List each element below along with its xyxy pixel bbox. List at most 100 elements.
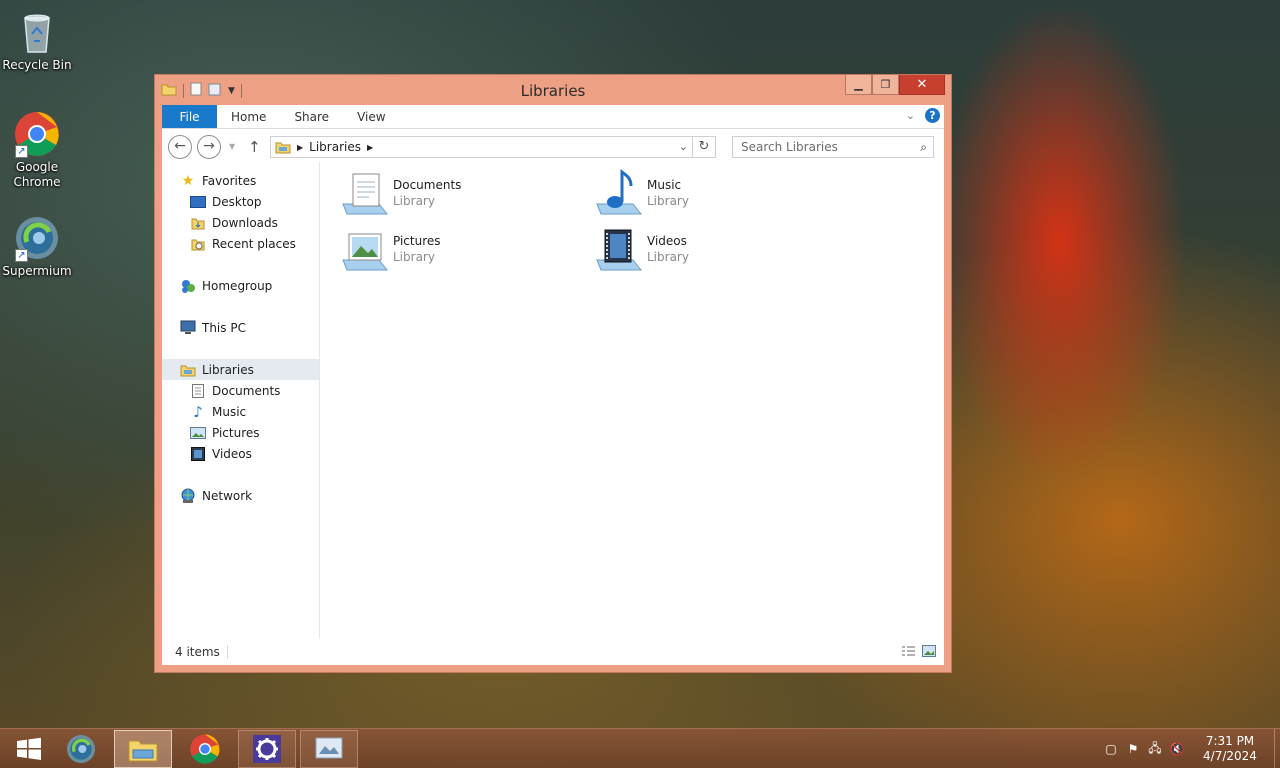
- videos-library-icon: [593, 224, 645, 276]
- music-library-icon: [593, 168, 645, 220]
- desktop-icon-recycle-bin[interactable]: Recycle Bin: [0, 8, 74, 73]
- recent-locations-icon[interactable]: ▼: [229, 142, 235, 151]
- clock-date: 4/7/2024: [1203, 749, 1257, 763]
- window-controls: ▁ ❐ ✕: [845, 75, 945, 95]
- nav-recent-places[interactable]: Recent places: [162, 233, 319, 254]
- nav-downloads[interactable]: Downloads: [162, 212, 319, 233]
- taskbar-photos[interactable]: [300, 730, 358, 768]
- title-bar[interactable]: ▼ Libraries ▁ ❐ ✕: [155, 75, 951, 105]
- breadcrumb-separator-icon: ▶: [297, 142, 304, 152]
- action-center-flag-icon[interactable]: ⚑: [1122, 742, 1144, 756]
- volume-muted-icon[interactable]: 🔇: [1166, 742, 1188, 756]
- desktop-icon-label: Chrome: [13, 175, 61, 189]
- library-item-documents[interactable]: Documents Library: [339, 168, 559, 220]
- nav-network[interactable]: Network: [162, 485, 319, 506]
- library-name: Videos: [647, 234, 687, 248]
- close-button[interactable]: ✕: [899, 75, 945, 95]
- explorer-window[interactable]: ▼ Libraries ▁ ❐ ✕ File Home Share View ⌄…: [154, 74, 952, 673]
- search-box[interactable]: Search Libraries ⌕: [732, 136, 934, 158]
- gear-icon: [253, 735, 281, 763]
- nav-favorites[interactable]: ★ Favorites: [162, 170, 319, 191]
- taskbar-file-explorer[interactable]: [114, 730, 172, 768]
- desktop-icon-supermium[interactable]: ↗ Supermium: [0, 214, 74, 279]
- up-arrow-icon[interactable]: ↑: [248, 138, 261, 156]
- nav-music[interactable]: ♪ Music: [162, 401, 319, 422]
- address-bar[interactable]: ▶ Libraries ▶ ⌄: [270, 136, 693, 158]
- library-type: Library: [393, 250, 435, 264]
- start-button[interactable]: [0, 730, 58, 768]
- recycle-bin-icon: [13, 8, 61, 56]
- library-type: Library: [647, 194, 689, 208]
- back-arrow-icon: ←: [174, 138, 186, 154]
- desktop-icon-label: Recycle Bin: [2, 58, 72, 72]
- tab-share[interactable]: Share: [280, 105, 343, 128]
- desktop-icon-label: Google: [15, 160, 59, 174]
- back-button[interactable]: ←: [168, 135, 192, 159]
- library-name: Documents: [393, 178, 462, 192]
- item-count: 4 items: [175, 645, 220, 659]
- taskbar: ▢ ⚑ 🖧 🔇 7:31 PM 4/7/2024: [0, 728, 1280, 768]
- chrome-icon: [190, 734, 220, 764]
- forward-button[interactable]: →: [197, 135, 221, 159]
- tab-file[interactable]: File: [162, 105, 217, 128]
- pictures-icon: [190, 425, 206, 441]
- window-body: File Home Share View ⌄ ? ← → ▼ ↑ ▶ Libra…: [162, 105, 944, 665]
- navigation-bar: ← → ▼ ↑ ▶ Libraries ▶ ⌄ ↻ Search Librari…: [162, 129, 944, 161]
- help-icon[interactable]: ?: [925, 108, 940, 123]
- forward-arrow-icon: →: [203, 138, 215, 154]
- system-tray: ▢ ⚑ 🖧 🔇 7:31 PM 4/7/2024: [1100, 729, 1280, 768]
- nav-this-pc[interactable]: This PC: [162, 317, 319, 338]
- shortcut-arrow-icon: ↗: [15, 145, 28, 158]
- network-tray-icon[interactable]: 🖧: [1144, 739, 1166, 760]
- tab-home[interactable]: Home: [217, 105, 280, 128]
- desktop-icon-google-chrome[interactable]: ↗ Google Chrome: [0, 110, 74, 190]
- nav-videos[interactable]: Videos: [162, 443, 319, 464]
- libraries-icon: [180, 362, 196, 378]
- libraries-icon: [275, 142, 291, 154]
- breadcrumb-libraries[interactable]: Libraries: [309, 140, 361, 154]
- breadcrumb-separator-icon[interactable]: ▶: [367, 143, 373, 152]
- clock[interactable]: 7:31 PM 4/7/2024: [1194, 734, 1266, 764]
- search-input[interactable]: Search Libraries: [741, 140, 838, 154]
- content-pane[interactable]: Documents Library Music Library Pictures…: [321, 162, 944, 639]
- taskbar-supermium[interactable]: [52, 730, 110, 768]
- show-hidden-icons-icon[interactable]: ▢: [1100, 742, 1122, 756]
- nav-desktop[interactable]: Desktop: [162, 191, 319, 212]
- desktop-icon-label: Supermium: [2, 264, 72, 278]
- status-bar: 4 items: [162, 639, 944, 665]
- downloads-icon: [190, 215, 206, 231]
- minimize-button[interactable]: ▁: [845, 75, 872, 95]
- refresh-button[interactable]: ↻: [693, 136, 716, 158]
- taskbar-google-chrome[interactable]: [176, 730, 234, 768]
- library-item-pictures[interactable]: Pictures Library: [339, 224, 559, 276]
- desktop-icon: [190, 194, 206, 210]
- library-name: Pictures: [393, 234, 441, 248]
- library-name: Music: [647, 178, 682, 192]
- documents-icon: [190, 383, 206, 399]
- library-type: Library: [393, 194, 435, 208]
- search-icon[interactable]: ⌕: [920, 137, 927, 157]
- details-view-icon[interactable]: [901, 645, 916, 660]
- library-item-music[interactable]: Music Library: [593, 168, 813, 220]
- nav-pictures[interactable]: Pictures: [162, 422, 319, 443]
- expand-ribbon-icon[interactable]: ⌄: [906, 109, 915, 122]
- homegroup-icon: [180, 278, 196, 294]
- supermium-icon: ↗: [13, 214, 61, 262]
- address-dropdown-icon[interactable]: ⌄: [679, 140, 688, 153]
- nav-libraries[interactable]: Libraries: [162, 359, 319, 380]
- navigation-pane: ★ Favorites Desktop Downloads Recent pla…: [162, 162, 320, 639]
- taskbar-settings[interactable]: [238, 730, 296, 768]
- restore-icon: ❐: [880, 78, 891, 91]
- shortcut-arrow-icon: ↗: [15, 249, 28, 262]
- file-explorer-icon: [128, 740, 158, 762]
- library-item-videos[interactable]: Videos Library: [593, 224, 813, 276]
- nav-documents[interactable]: Documents: [162, 380, 319, 401]
- music-icon: ♪: [193, 402, 203, 421]
- large-icons-view-icon[interactable]: [922, 645, 936, 660]
- show-desktop-button[interactable]: [1274, 729, 1280, 768]
- nav-homegroup[interactable]: Homegroup: [162, 275, 319, 296]
- videos-icon: [190, 446, 206, 462]
- maximize-button[interactable]: ❐: [872, 75, 899, 95]
- tab-view[interactable]: View: [343, 105, 399, 128]
- network-icon: [180, 488, 196, 504]
